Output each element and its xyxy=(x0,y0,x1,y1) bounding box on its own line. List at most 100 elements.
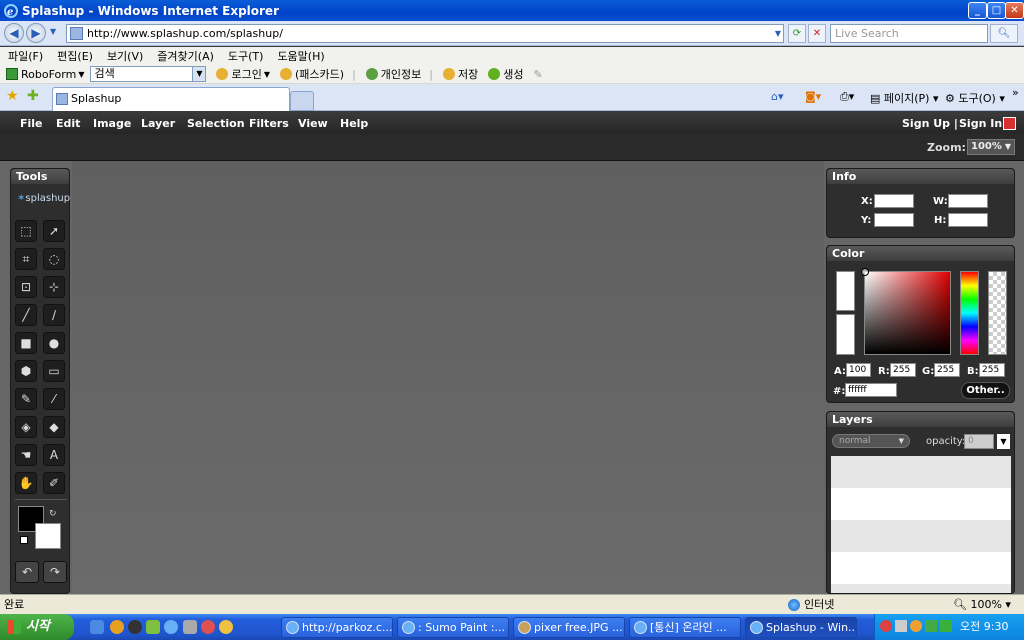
quicklaunch-media-icon[interactable] xyxy=(128,620,142,634)
roboform-dropdown-icon[interactable]: ▼ xyxy=(78,70,84,79)
signin-link[interactable]: Sign In xyxy=(959,117,1002,130)
history-dropdown-icon[interactable]: ▼ xyxy=(50,27,56,36)
magic-select-tool-icon[interactable]: ⊹ xyxy=(43,276,65,298)
app-menu-view[interactable]: View xyxy=(298,117,328,130)
address-dropdown-icon[interactable]: ▼ xyxy=(775,25,781,42)
blue-field[interactable]: 255 xyxy=(979,363,1005,377)
taskbar-window-4[interactable]: [통신] 온라인 ... xyxy=(629,617,741,638)
address-bar[interactable]: http://www.splashup.com/splashup/ ▼ xyxy=(66,24,784,43)
home-icon[interactable]: ⌂▾ xyxy=(771,90,784,103)
refresh-button[interactable]: ⟳ xyxy=(788,24,806,43)
page-menu[interactable]: ▤ 페이지(P) ▾ xyxy=(870,90,939,106)
search-input[interactable]: Live Search xyxy=(830,24,988,43)
polygon-tool-icon[interactable]: ⬢ xyxy=(15,360,37,382)
roboform-passcard-button[interactable]: (패스카드) xyxy=(280,66,344,82)
quicklaunch-ie-icon[interactable] xyxy=(164,620,178,634)
forward-button[interactable]: ▶ xyxy=(26,23,46,43)
quicklaunch-desktop-icon[interactable] xyxy=(90,620,104,634)
quicklaunch-app3-icon[interactable] xyxy=(219,620,233,634)
taskbar-window-2[interactable]: : Sumo Paint :... xyxy=(397,617,509,638)
hue-slider[interactable] xyxy=(960,271,979,355)
canvas-area[interactable] xyxy=(72,161,824,594)
other-colors-button[interactable]: Other.. xyxy=(961,382,1010,399)
tray-icon-2[interactable] xyxy=(895,620,907,632)
roboform-login-button[interactable]: 로그인 ▼ xyxy=(216,66,270,82)
taskbar-window-1[interactable]: http://parkoz.c... xyxy=(281,617,393,638)
tray-icon-5[interactable] xyxy=(940,620,952,632)
brush-tool-icon[interactable]: ╱ xyxy=(15,304,37,326)
blend-mode-select[interactable]: normal ▼ xyxy=(832,434,910,448)
green-field[interactable]: 255 xyxy=(934,363,960,377)
roboform-search-dropdown-icon[interactable]: ▼ xyxy=(192,67,206,81)
print-icon[interactable]: ⎙▾ xyxy=(840,90,854,104)
app-close-icon[interactable] xyxy=(1003,117,1016,130)
app-menu-layer[interactable]: Layer xyxy=(141,117,175,130)
gradient-tool-icon[interactable]: ▭ xyxy=(43,360,65,382)
menu-view[interactable]: 보기(V) xyxy=(107,48,143,64)
menu-favorites[interactable]: 즐겨찾기(A) xyxy=(157,48,214,64)
move-tool-icon[interactable]: ➚ xyxy=(43,220,65,242)
eyedropper-tool-icon[interactable]: ⁄ xyxy=(43,388,65,410)
close-button[interactable]: ✕ xyxy=(1005,2,1024,19)
signup-link[interactable]: Sign Up | xyxy=(902,117,958,130)
taskbar-window-3[interactable]: pixer free.JPG ... xyxy=(513,617,625,638)
menu-tools[interactable]: 도구(T) xyxy=(228,48,264,64)
menu-help[interactable]: 도움말(H) xyxy=(277,48,324,64)
color-picker-handle[interactable] xyxy=(861,268,869,276)
marquee-tool-icon[interactable]: ⬚ xyxy=(15,220,37,242)
pencil-tool-icon[interactable]: ✎ xyxy=(15,388,37,410)
reset-colors-icon[interactable] xyxy=(20,536,28,544)
redo-icon[interactable]: ↷ xyxy=(43,561,67,583)
quicklaunch-firefox-icon[interactable] xyxy=(110,620,124,634)
tray-icon-1[interactable] xyxy=(880,620,892,632)
taskbar-window-5[interactable]: Splashup - Win... xyxy=(745,617,857,638)
add-favorite-icon[interactable]: ✚ xyxy=(27,88,39,104)
eraser-tool-icon[interactable]: ◆ xyxy=(43,416,65,438)
opacity-field[interactable]: 0 xyxy=(964,434,994,449)
hex-field[interactable]: ffffff xyxy=(845,383,897,397)
roboform-generate-button[interactable]: 생성 xyxy=(488,66,524,82)
roboform-label[interactable]: RoboForm xyxy=(21,68,76,81)
tab-splashup[interactable]: Splashup xyxy=(52,87,290,111)
fill-tool-icon[interactable]: ◈ xyxy=(15,416,37,438)
undo-icon[interactable]: ↶ xyxy=(15,561,39,583)
tools-menu[interactable]: ⚙ 도구(O) ▾ xyxy=(945,90,1005,106)
red-field[interactable]: 255 xyxy=(890,363,916,377)
app-menu-edit[interactable]: Edit xyxy=(56,117,80,130)
new-tab-button[interactable] xyxy=(290,91,314,111)
minimize-button[interactable]: _ xyxy=(968,2,987,19)
quicklaunch-tool-icon[interactable] xyxy=(146,620,160,634)
stop-button[interactable]: ✕ xyxy=(808,24,826,43)
roboform-save-button[interactable]: 저장 xyxy=(443,66,478,82)
zoom-select[interactable]: 100% ▼ xyxy=(967,139,1015,155)
clone-tool-icon[interactable]: ✐ xyxy=(43,472,65,494)
layers-list[interactable] xyxy=(831,456,1011,593)
rectangle-tool-icon[interactable]: ■ xyxy=(15,332,37,354)
opacity-dropdown-icon[interactable]: ▼ xyxy=(997,434,1010,449)
quicklaunch-app-icon[interactable] xyxy=(183,620,197,634)
feeds-icon[interactable]: ◙▾ xyxy=(805,90,821,103)
status-zoom[interactable]: 🔍︎ 100% ▾ xyxy=(953,595,1011,614)
app-menu-file[interactable]: File xyxy=(20,117,43,130)
roboform-identity-button[interactable]: 개인정보 xyxy=(365,66,421,82)
quicklaunch-app2-icon[interactable] xyxy=(201,620,215,634)
swap-colors-icon[interactable]: ↻ xyxy=(49,509,57,519)
menu-file[interactable]: 파일(F) xyxy=(8,48,43,64)
text-tool-icon[interactable]: A xyxy=(43,444,65,466)
line-tool-icon[interactable]: ∕ xyxy=(43,304,65,326)
hand-tool-icon[interactable]: ✋ xyxy=(15,472,37,494)
menu-edit[interactable]: 편집(E) xyxy=(57,48,93,64)
app-menu-selection[interactable]: Selection xyxy=(187,117,245,130)
app-menu-filters[interactable]: Filters xyxy=(249,117,289,130)
roboform-search-field[interactable]: 검색 ▼ xyxy=(90,66,207,82)
app-menu-image[interactable]: Image xyxy=(93,117,131,130)
back-button[interactable]: ◀ xyxy=(4,23,24,43)
maximize-button[interactable]: □ xyxy=(987,2,1006,19)
tray-icon-3[interactable] xyxy=(910,620,922,632)
crop-tool-icon[interactable]: ⌗ xyxy=(15,248,37,270)
app-menu-help[interactable]: Help xyxy=(340,117,368,130)
lasso-tool-icon[interactable]: ◌ xyxy=(43,248,65,270)
ellipse-tool-icon[interactable]: ● xyxy=(43,332,65,354)
saturation-value-picker[interactable] xyxy=(864,271,951,355)
alpha-field[interactable]: 100 xyxy=(846,363,871,377)
